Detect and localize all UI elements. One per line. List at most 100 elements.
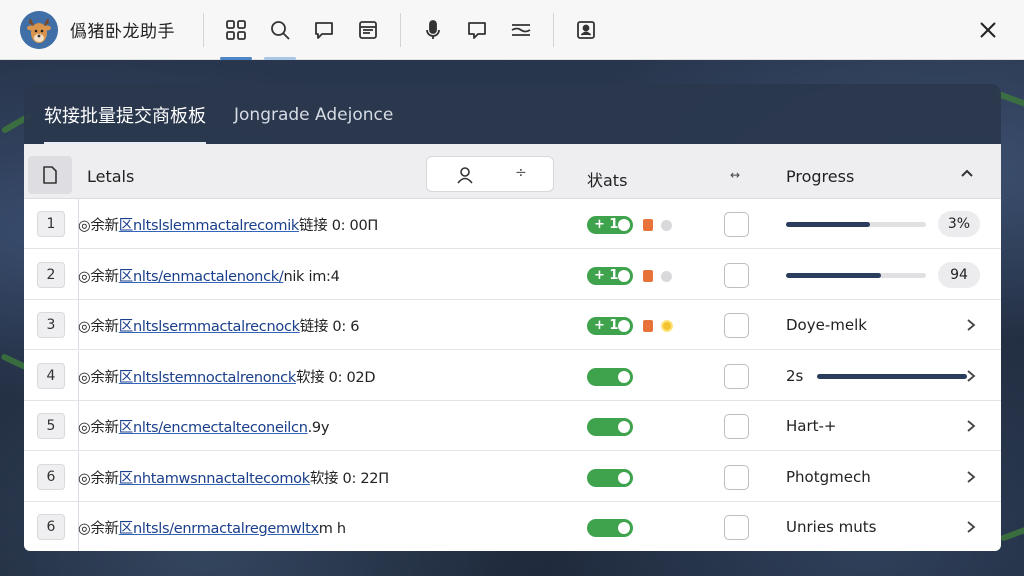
- row-checkbox[interactable]: [724, 313, 749, 338]
- progress-fill: [817, 373, 967, 379]
- row-checkbox[interactable]: [724, 414, 749, 439]
- table-row[interactable]: 5 ◎余新区nlts/encmectalteconeilcn.9y Hart-+: [24, 401, 1001, 451]
- row-prefix: ◎余新: [78, 369, 119, 386]
- calendar-icon: [359, 20, 377, 39]
- contact-card-button[interactable]: [566, 10, 606, 50]
- chat-icon: [315, 21, 333, 39]
- row-url[interactable]: 区nltslsermmactalrecnock: [119, 319, 300, 335]
- microphone-button[interactable]: [413, 10, 453, 50]
- row-checkbox[interactable]: [724, 363, 749, 389]
- select-all-button[interactable]: [28, 156, 72, 194]
- status-orange-indicator: [643, 320, 653, 332]
- row-number: 6: [37, 514, 65, 540]
- table-row[interactable]: 6 ◎余新区nltsls/enrmactalregemwltxm h Unries …: [24, 502, 1001, 551]
- progress-bar: [817, 373, 967, 379]
- row-link[interactable]: ◎余新区nltslsermmactalrecnock链接 0: 6: [78, 315, 359, 336]
- row-suffix: nik im:4: [283, 268, 340, 285]
- leaf-decor: [999, 524, 1024, 542]
- status-toggle[interactable]: + 1: [587, 266, 633, 285]
- chevron-up-icon[interactable]: [959, 166, 975, 182]
- grid-icon: [226, 19, 246, 40]
- toggle-knob: [618, 320, 630, 332]
- status-toggle[interactable]: [587, 367, 633, 386]
- chevron-right-icon[interactable]: [964, 418, 978, 434]
- row-number: 6: [37, 463, 65, 490]
- column-header-progress[interactable]: Progress: [786, 167, 854, 186]
- progress-fill: [786, 222, 870, 227]
- task-table: Letals ÷ 状ats ↔ Progress 1 ◎余新区nltslslemm…: [24, 144, 1001, 551]
- toggle-knob: [618, 269, 630, 282]
- deer-avatar-icon: [20, 10, 58, 49]
- row-url[interactable]: 区nltslstemnoctalrenonck: [119, 370, 297, 386]
- row-url[interactable]: 区nltslslemmactalrecomik: [119, 218, 300, 234]
- chevron-right-icon[interactable]: [964, 469, 978, 485]
- column-header-status[interactable]: 状ats: [587, 167, 627, 191]
- row-prefix: ◎余新: [78, 218, 119, 234]
- calendar-button[interactable]: [348, 10, 388, 50]
- row-checkbox[interactable]: [724, 262, 749, 288]
- column-header-details[interactable]: Letals: [87, 167, 134, 186]
- search-button[interactable]: [260, 10, 300, 60]
- chevron-right-icon[interactable]: [964, 368, 978, 384]
- close-icon: [980, 22, 996, 38]
- row-prefix: ◎余新: [78, 268, 119, 285]
- row-url[interactable]: 区nlts/enmactalenonck/: [119, 269, 284, 285]
- status-toggle[interactable]: [587, 418, 633, 436]
- table-row[interactable]: 1 ◎余新区nltslslemmactalrecomik链接 0: 00Π + 1 3…: [24, 199, 1001, 249]
- column-resize-icon[interactable]: ↔: [730, 168, 740, 182]
- chat-button[interactable]: [304, 10, 344, 50]
- toggle-knob: [618, 522, 630, 534]
- row-link[interactable]: ◎余新区nltslstemnoctalrenonck软接 0: 02D: [78, 366, 376, 387]
- row-number: 5: [37, 413, 65, 439]
- toolbar-divider: [400, 12, 401, 47]
- column-filter[interactable]: ÷: [426, 156, 554, 192]
- row-suffix: 链接 0: 00Π: [299, 218, 379, 234]
- status-gray-dot: [661, 220, 672, 231]
- row-suffix: 链接 0: 6: [299, 319, 360, 335]
- row-number: 3: [37, 312, 65, 338]
- status-toggle[interactable]: + 1: [587, 317, 633, 335]
- chevron-right-icon[interactable]: [964, 317, 978, 333]
- table-header: Letals ÷ 状ats ↔ Progress: [24, 144, 1001, 199]
- status-yellow-dot: [661, 320, 673, 332]
- row-url[interactable]: 区nltsls/enrmactalregemwltx: [119, 521, 319, 537]
- search-icon: [271, 20, 290, 40]
- row-checkbox[interactable]: [724, 464, 749, 490]
- row-link[interactable]: ◎余新区nlts/encmectalteconeilcn.9y: [78, 416, 329, 437]
- toggle-knob: [618, 421, 630, 433]
- table-row[interactable]: 4 ◎余新区nltslstemnoctalrenonck软接 0: 02D 2s: [24, 350, 1001, 401]
- row-prefix: ◎余新: [78, 319, 119, 335]
- row-link[interactable]: ◎余新区nltsls/enrmactalregemwltxm h: [78, 517, 346, 538]
- row-url[interactable]: 区nlts/encmectalteconeilcn: [119, 420, 308, 436]
- table-row[interactable]: 3 ◎余新区nltslsermmactalrecnock链接 0: 6 + 1 Doy…: [24, 300, 1001, 350]
- toggle-knob: [618, 471, 630, 484]
- status-toggle[interactable]: + 1: [587, 216, 633, 234]
- progress-text: 2s: [786, 366, 804, 385]
- microphone-icon: [426, 19, 440, 39]
- status-toggle[interactable]: [587, 519, 633, 537]
- table-row[interactable]: 2 ◎余新区nlts/enmactalenonck/nik im:4 + 1 94: [24, 249, 1001, 300]
- tab-jongrade[interactable]: Jongrade Adejonce: [234, 86, 407, 144]
- grid-button[interactable]: [216, 10, 256, 60]
- avatar[interactable]: [20, 10, 58, 49]
- row-suffix: m h: [318, 521, 346, 537]
- tab-batch-submit[interactable]: 软接批量提交商板板: [44, 86, 220, 144]
- row-checkbox[interactable]: [724, 212, 749, 237]
- row-url[interactable]: 区nhtamwsnnactaltecomok: [119, 471, 310, 487]
- row-checkbox[interactable]: [724, 515, 749, 540]
- progress-text: Doye-melk: [786, 316, 867, 334]
- app-title: 僞猪卧龙助手: [70, 22, 175, 42]
- tab-bar: 软接批量提交商板板 Jongrade Adejonce: [24, 84, 1001, 144]
- row-link[interactable]: ◎余新区nhtamwsnnactaltecomok软接 0: 22Π: [78, 467, 389, 488]
- status-gray-dot: [661, 270, 672, 282]
- chevron-right-icon[interactable]: [964, 519, 978, 535]
- status-toggle[interactable]: [587, 468, 633, 487]
- progress-bar: [786, 272, 926, 278]
- table-row[interactable]: 6 ◎余新区nhtamwsnnactaltecomok软接 0: 22Π Photg…: [24, 451, 1001, 502]
- close-button[interactable]: [974, 16, 1002, 44]
- row-number: 4: [37, 362, 65, 389]
- filter-lines-button[interactable]: [501, 10, 541, 50]
- row-link[interactable]: ◎余新区nltslslemmactalrecomik链接 0: 00Π: [78, 214, 378, 235]
- message-button[interactable]: [457, 10, 497, 50]
- row-link[interactable]: ◎余新区nlts/enmactalenonck/nik im:4: [78, 265, 340, 286]
